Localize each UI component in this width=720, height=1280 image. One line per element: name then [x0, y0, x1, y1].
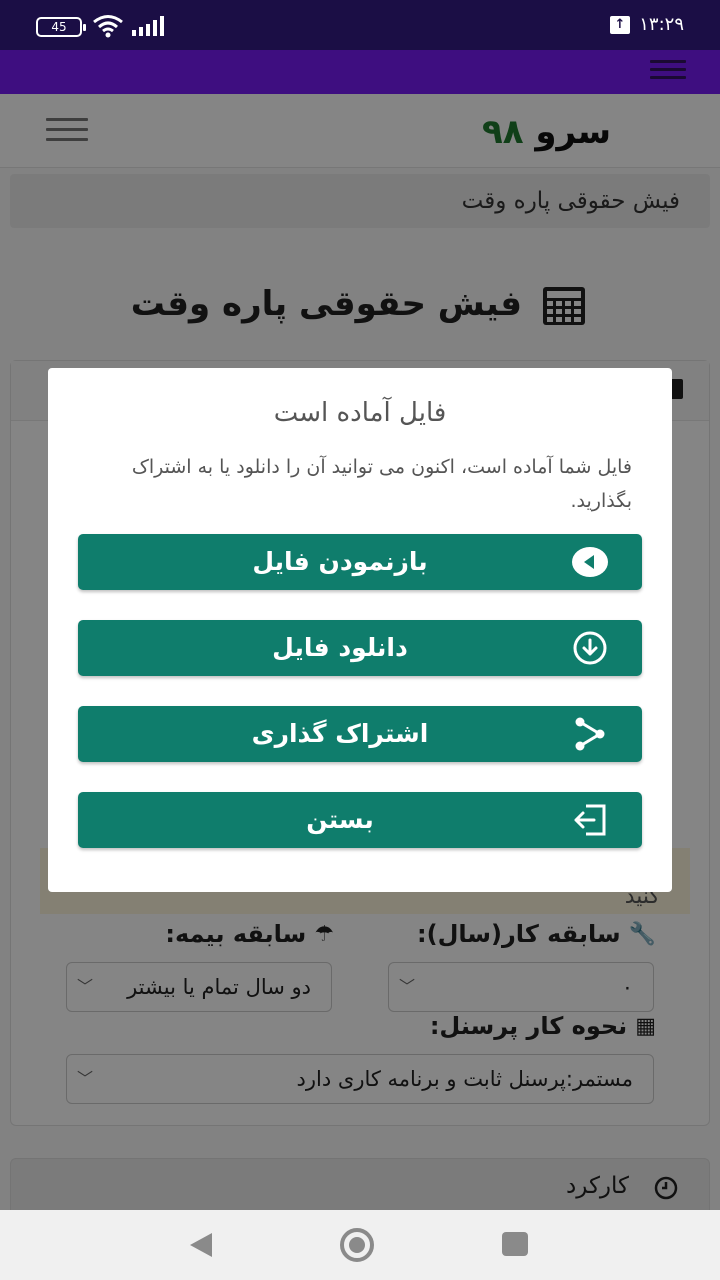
dialog-title: فایل آماده است [273, 398, 447, 428]
wifi-icon [93, 15, 123, 38]
recent-apps-icon[interactable] [502, 1232, 528, 1256]
app-bar [0, 50, 720, 94]
dialog-message: فایل شما آماده است، اکنون می توانید آن ر… [131, 456, 632, 512]
open-file-label: بازنمودن فایل [252, 547, 428, 576]
status-bar: 45 ↑ ۱۳:۲۹ [0, 0, 720, 50]
signal-icon [132, 16, 164, 36]
open-file-button[interactable]: بازنمودن فایل [78, 534, 642, 590]
battery-icon: 45 [36, 17, 86, 37]
download-file-label: دانلود فایل [272, 633, 408, 662]
download-file-button[interactable]: دانلود فایل [78, 620, 642, 676]
home-icon[interactable] [338, 1226, 376, 1264]
system-nav-bar [0, 1210, 720, 1280]
upload-icon: ↑ [610, 16, 630, 34]
close-label: بستن [306, 805, 374, 834]
status-time: ۱۳:۲۹ [639, 14, 684, 35]
back-icon[interactable] [188, 1232, 214, 1258]
close-button[interactable]: بستن [78, 792, 642, 848]
share-label: اشتراک گذاری [251, 719, 429, 748]
app-menu-icon[interactable] [650, 60, 686, 84]
share-button[interactable]: اشتراک گذاری [78, 706, 642, 762]
file-ready-dialog: فایل آماده است فایل شما آماده است، اکنون… [48, 368, 672, 892]
